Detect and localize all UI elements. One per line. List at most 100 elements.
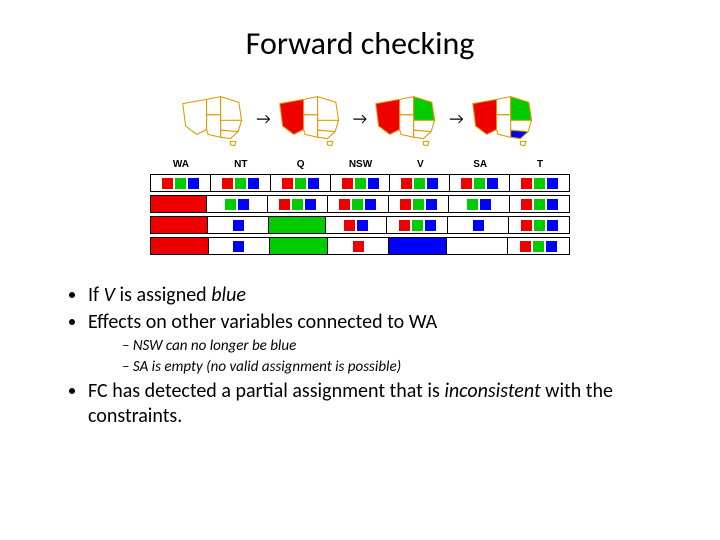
var-cell [386, 217, 447, 233]
var-cell [269, 238, 327, 254]
var-cell [151, 196, 206, 212]
sub-list: NSW can no longer be blue SA is empty (no… [88, 337, 660, 377]
var-cell [508, 217, 569, 233]
column-label: SA [450, 159, 510, 170]
domain-row [150, 195, 570, 213]
color-square [235, 178, 246, 189]
var-cell [267, 196, 327, 212]
var-cell [449, 175, 509, 191]
bullets: If V is assigned blueEffects on other va… [0, 273, 720, 429]
color-square [342, 178, 353, 189]
color-square [534, 178, 545, 189]
bullet-item: Effects on other variables connected to … [88, 310, 660, 377]
color-square [238, 199, 249, 210]
bullet-list: If V is assigned blueEffects on other va… [70, 283, 660, 429]
column-label: T [510, 159, 570, 170]
var-cell [206, 196, 266, 212]
var-cell [207, 217, 268, 233]
color-fill [389, 238, 446, 254]
domain-table [150, 174, 570, 255]
color-square [233, 220, 244, 231]
var-cell [507, 238, 569, 254]
color-square [355, 178, 366, 189]
color-square [368, 178, 379, 189]
color-square [339, 199, 350, 210]
color-square [425, 220, 436, 231]
australia-map [277, 91, 347, 147]
column-label: WA [151, 159, 211, 170]
var-cell [446, 238, 508, 254]
color-square [547, 178, 558, 189]
color-square [279, 199, 290, 210]
color-square [521, 199, 532, 210]
var-cell [208, 238, 270, 254]
domain-row [150, 174, 570, 192]
color-square [399, 220, 410, 231]
page-title: Forward checking [0, 0, 720, 63]
var-cell [151, 238, 208, 254]
color-square [427, 178, 438, 189]
color-square [467, 199, 478, 210]
var-cell [509, 175, 569, 191]
color-square [520, 241, 531, 252]
arrow-icon: → [353, 110, 367, 129]
color-square [534, 220, 545, 231]
arrow-icon: → [256, 110, 270, 129]
color-square [412, 220, 423, 231]
labels-row: WANTQNSWVSAT [150, 159, 570, 170]
color-square [461, 178, 472, 189]
color-square [175, 178, 186, 189]
var-cell [151, 217, 207, 233]
color-square [487, 178, 498, 189]
var-cell [447, 217, 508, 233]
color-square [534, 199, 545, 210]
color-square [162, 178, 173, 189]
color-square [353, 241, 364, 252]
column-label: NT [211, 159, 271, 170]
color-square [474, 178, 485, 189]
var-cell [509, 196, 569, 212]
sub-bullet: SA is empty (no valid assignment is poss… [122, 358, 660, 377]
color-square [521, 220, 532, 231]
domain-row [150, 237, 570, 255]
color-square [473, 220, 484, 231]
color-square [295, 178, 306, 189]
var-cell [325, 217, 386, 233]
color-square [292, 199, 303, 210]
color-fill [151, 238, 208, 254]
australia-map [373, 91, 443, 147]
var-cell [327, 196, 387, 212]
domain-row [150, 216, 570, 234]
var-cell [268, 217, 325, 233]
color-square [222, 178, 233, 189]
color-square [344, 220, 355, 231]
color-fill [270, 238, 327, 254]
color-fill [151, 217, 207, 233]
var-cell [448, 196, 508, 212]
color-square [225, 199, 236, 210]
var-cell [388, 196, 448, 212]
color-square [400, 199, 411, 210]
color-square [305, 199, 316, 210]
figure: → → → WANTQNSWVSAT [150, 91, 570, 255]
color-fill [151, 196, 206, 212]
var-cell [389, 175, 449, 191]
var-cell [151, 175, 210, 191]
color-square [233, 241, 244, 252]
sub-bullet: NSW can no longer be blue [122, 337, 660, 356]
maps-row: → → → [150, 91, 570, 147]
color-square [413, 199, 424, 210]
color-fill [269, 217, 325, 233]
australia-map [180, 91, 250, 147]
column-label: V [390, 159, 450, 170]
arrow-icon: → [449, 110, 463, 129]
color-square [521, 178, 532, 189]
var-cell [327, 238, 389, 254]
color-square [357, 220, 368, 231]
color-square [426, 199, 437, 210]
bullet-item: FC has detected a partial assignment tha… [88, 379, 660, 429]
color-square [352, 199, 363, 210]
australia-map [470, 91, 540, 147]
color-square [365, 199, 376, 210]
color-square [188, 178, 199, 189]
